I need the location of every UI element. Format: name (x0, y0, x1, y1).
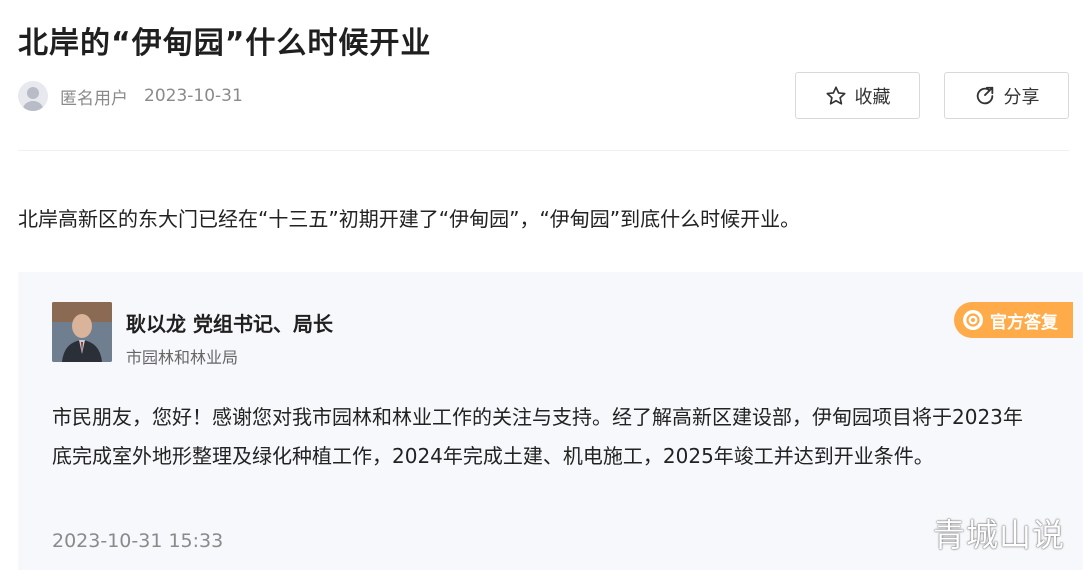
answer-card: 耿以龙 党组书记、局长 市园林和林业局 官方答复 市民朋友，您好！感谢您对我市园… (18, 272, 1083, 570)
question-date: 2023-10-31 (144, 86, 243, 106)
answer-timestamp: 2023-10-31 15:33 (52, 530, 224, 552)
favorite-button[interactable]: 收藏 (795, 72, 920, 119)
official-name-title: 耿以龙 党组书记、局长 (126, 312, 333, 336)
badge-label: 官方答复 (990, 312, 1058, 333)
question-meta: 匿名用户 2023-10-31 (18, 80, 243, 112)
official-department: 市园林和林业局 (126, 348, 239, 367)
share-button[interactable]: 分享 (944, 72, 1069, 119)
answer-text: 市民朋友，您好！感谢您对我市园林和林业工作的关注与支持。经了解高新区建设部，伊甸… (52, 405, 1023, 468)
favorite-label: 收藏 (854, 86, 891, 108)
user-avatar-icon (18, 81, 48, 111)
question-body: 北岸高新区的东大门已经在“十三五”初期开建了“伊甸园”，“伊甸园”到底什么时候开… (18, 207, 801, 231)
star-icon (825, 85, 846, 105)
official-reply-badge: 官方答复 (954, 302, 1073, 338)
share-icon (976, 86, 993, 104)
watermark: 青城山说 (932, 516, 1065, 554)
official-badge-icon (963, 310, 983, 330)
author-name[interactable]: 匿名用户 (60, 84, 128, 109)
official-avatar (52, 302, 112, 362)
page-title: 北岸的“伊甸园”什么时候开业 (18, 26, 432, 61)
share-label: 分享 (1003, 86, 1040, 108)
divider (18, 150, 1069, 151)
